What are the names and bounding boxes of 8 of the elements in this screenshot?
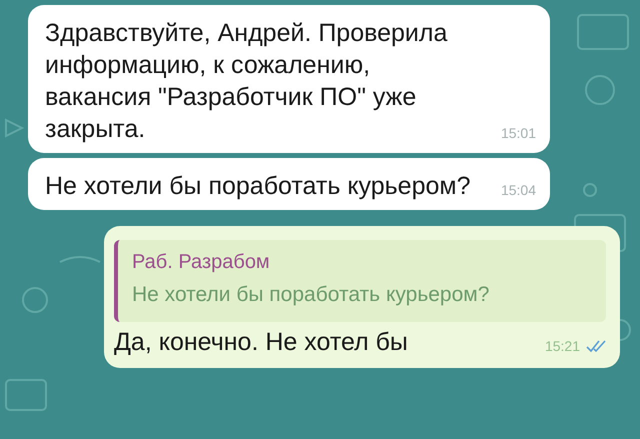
message-text: Здравствуйте, Андрей. Проверила информацию, к сожалению, вакансия "Разработчик ПО" уже закрыта. bbox=[45, 18, 448, 145]
message-text: Да, конечно. Не хотел бы bbox=[114, 327, 408, 358]
message-text: Не хотели бы поработать курьером? bbox=[45, 171, 470, 202]
message-time: 15:21 bbox=[544, 338, 580, 354]
reply-author: Раб. Разрабом bbox=[132, 250, 271, 275]
reply-text: Не хотели бы поработать курьером? bbox=[132, 282, 490, 308]
message-time: 15:04 bbox=[500, 182, 536, 198]
message-time: 15:01 bbox=[500, 125, 536, 141]
